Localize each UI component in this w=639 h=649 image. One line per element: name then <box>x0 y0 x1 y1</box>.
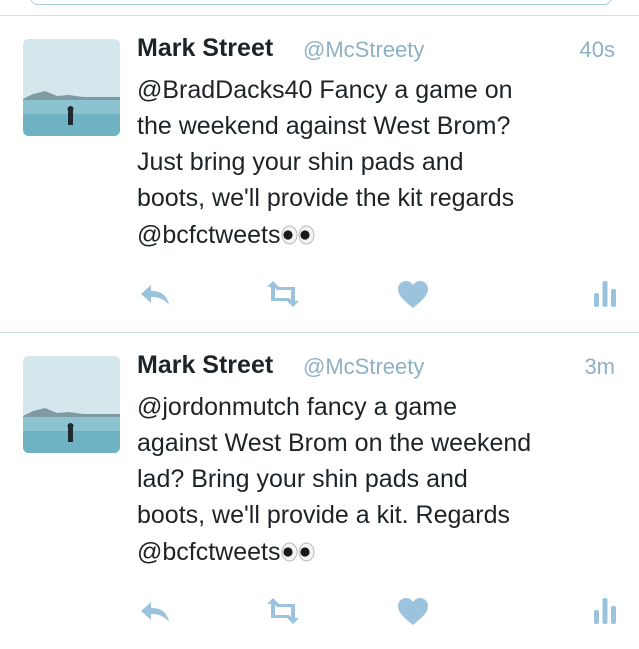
tweet-text-line: boots, we'll provide the kit regards <box>137 184 515 212</box>
retweet-button[interactable] <box>263 595 303 627</box>
retweet-button[interactable] <box>263 278 303 310</box>
heart-icon <box>398 597 428 625</box>
reply-button[interactable] <box>137 595 173 627</box>
reply-icon <box>141 602 169 622</box>
tweet-text-line: boots, we'll provide a kit. Regards <box>137 501 511 529</box>
like-button[interactable] <box>396 595 430 627</box>
tweet-text: @jordonmutch fancy a game against West B… <box>137 389 617 533</box>
analytics-button[interactable] <box>590 595 620 627</box>
previous-tweet-edge <box>0 0 639 16</box>
timestamp: 40s <box>579 37 615 62</box>
author-handle[interactable]: @McStreety <box>303 37 424 63</box>
mention-row: @bcfctweets <box>137 538 315 569</box>
like-button[interactable] <box>396 278 430 310</box>
analytics-button[interactable] <box>590 278 620 310</box>
eyes-emoji-icon <box>281 540 315 569</box>
retweet-icon <box>267 281 299 307</box>
retweet-icon <box>267 598 299 624</box>
mention-row: @bcfctweets <box>137 221 315 252</box>
author-name[interactable]: Mark Street <box>137 34 273 63</box>
timestamp: 3m <box>584 354 615 379</box>
previous-tweet-border <box>30 0 612 5</box>
tweet[interactable]: Mark Street @McStreety 40s @BradDacks40 … <box>0 16 639 331</box>
tweet[interactable]: Mark Street @McStreety 3m @jordonmutch f… <box>0 332 639 648</box>
tweet-text-line: @jordonmutch fancy a game <box>137 393 457 421</box>
mention-link[interactable]: @bcfctweets <box>137 221 280 249</box>
avatar[interactable] <box>23 356 120 453</box>
eyes-emoji-icon <box>281 223 315 252</box>
tweet-text-line: lad? Bring your shin pads and <box>137 465 468 493</box>
reply-button[interactable] <box>137 278 173 310</box>
analytics-icon <box>594 598 616 624</box>
tweet-text-line: against West Brom on the weekend <box>137 429 532 457</box>
mention-link[interactable]: @bcfctweets <box>137 538 280 566</box>
author-name[interactable]: Mark Street <box>137 351 273 380</box>
tweet-actions <box>0 278 639 314</box>
tweet-text: @BradDacks40 Fancy a game on the weekend… <box>137 72 617 216</box>
tweet-text-line: the weekend against West Brom? <box>137 112 511 140</box>
tweet-text-line: @BradDacks40 Fancy a game on <box>137 76 513 104</box>
reply-icon <box>141 285 169 305</box>
author-handle[interactable]: @McStreety <box>303 354 424 380</box>
tweet-actions <box>0 595 639 631</box>
analytics-icon <box>594 281 616 307</box>
heart-icon <box>398 280 428 308</box>
tweet-text-line: Just bring your shin pads and <box>137 148 464 176</box>
avatar[interactable] <box>23 39 120 136</box>
